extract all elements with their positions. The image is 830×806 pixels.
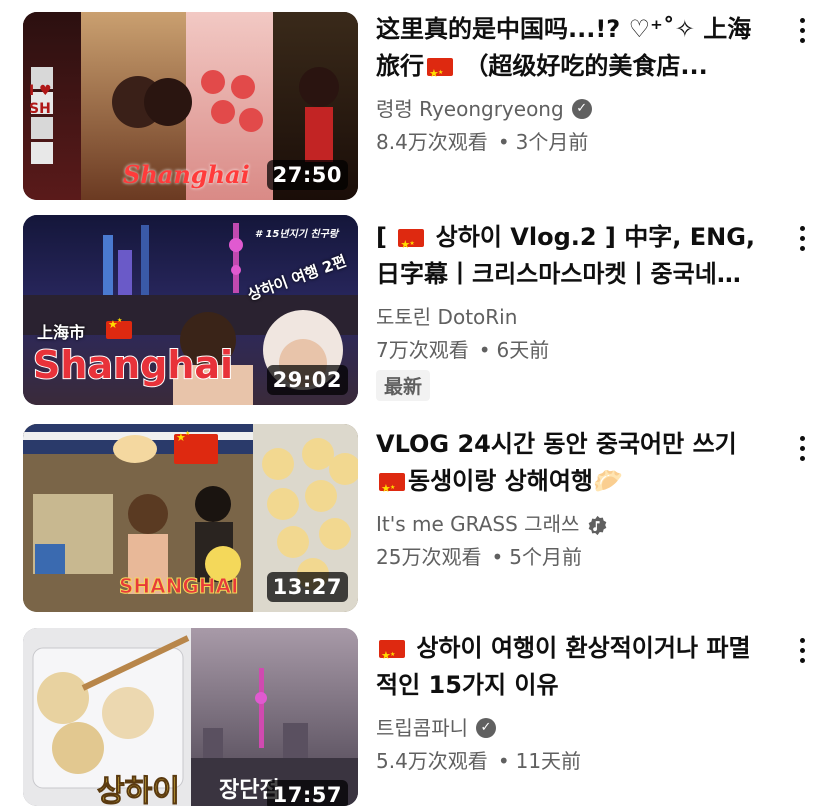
upload-age: 11天前 [515,749,582,773]
video-duration: 17:57 [266,780,348,806]
video-info: VLOG 24시간 동안 중국어만 쓰기 동생이랑 상해여행🥟 It's me … [376,426,764,573]
separator-dot: • [497,749,510,773]
new-badge: 最新 [376,370,431,401]
china-flag-icon [379,636,405,674]
video-title-part1: VLOG 24시간 동안 중국어만 쓰기 [376,430,737,458]
video-meta: 7万次观看 • 6天前 [376,334,764,366]
view-count: 25万次观看 [376,545,482,569]
video-thumbnail[interactable]: I ♥ SH Shanghai 27:50 [23,12,358,200]
channel-name-row[interactable]: It's me GRASS 그래쓰 [376,509,764,539]
channel-name-row[interactable]: 도토린 DotoRin [376,302,764,332]
more-vertical-icon[interactable] [792,432,812,472]
video-duration: 29:02 [266,365,348,395]
thumbnail-caption: 상하이 [97,774,181,806]
channel-name: 트립콤파니 [376,716,468,740]
check-circle-icon: ✓ [476,718,496,738]
thumbnail-caption: SHANGHAI [118,574,239,599]
channel-name: It's me GRASS 그래쓰 [376,512,580,536]
more-vertical-icon[interactable] [792,634,812,674]
video-info: 상하이 여행이 환상적이거나 파멸적인 15가지 이유 트립콤파니 ✓ 5.4万次… [376,630,764,777]
thumbnail-city: 上海市 [37,323,86,342]
more-vertical-icon[interactable] [792,222,812,262]
video-title-part2: 동생이랑 상해여행🥟 [408,467,623,495]
video-title[interactable]: 상하이 여행이 환상적이거나 파멸적인 15가지 이유 [376,630,764,704]
video-meta: 5.4万次观看 • 11天前 [376,745,764,777]
video-title[interactable]: VLOG 24시간 동안 중국어만 쓰기 동생이랑 상해여행🥟 [376,426,764,500]
channel-name-row[interactable]: 트립콤파니 ✓ [376,713,764,743]
video-title-part2: 상하이 여행이 환상적이거나 파멸적인 15가지 이유 [376,634,751,699]
video-title-part2: （超级好吃的美食店... [456,52,708,80]
video-meta: 8.4万次观看 • 3个月前 [376,126,764,158]
video-title[interactable]: [ 상하이 Vlog.2 ] 中字, ENG,日字幕丨크리스마스마켓丨중국네일.… [376,219,764,293]
video-info: 这里真的是中国吗...!? ♡⁺˚✧ 上海旅行 （超级好吃的美食店... 령령 … [376,11,764,158]
video-meta: 25万次观看 • 5个月前 [376,541,764,573]
view-count: 8.4万次观看 [376,130,488,154]
check-circle-icon: ✓ [571,99,592,119]
china-flag-icon [398,225,425,263]
channel-name-row[interactable]: 령령 Ryeongryeong ✓ [376,94,764,124]
thumbnail-sign-text: I ♥ SH [29,83,52,117]
more-vertical-icon[interactable] [792,14,812,54]
channel-name: 령령 Ryeongryeong [376,97,564,121]
thumbnail-tag: # 15년지기 친구랑 [255,229,339,240]
china-flag-icon [174,430,218,464]
video-thumbnail[interactable]: SHANGHAI 13:27 [23,424,358,612]
video-duration: 27:50 [266,160,348,190]
thumbnail-caption: Shanghai [32,342,234,388]
separator-dot: • [478,338,491,362]
upload-age: 3个月前 [515,130,589,154]
view-count: 7万次观看 [376,338,469,362]
separator-dot: • [491,545,504,569]
china-flag-icon [106,317,132,339]
channel-name: 도토린 DotoRin [376,305,518,329]
upload-age: 6天前 [496,338,550,362]
video-title[interactable]: 这里真的是中国吗...!? ♡⁺˚✧ 上海旅行 （超级好吃的美食店... [376,11,764,85]
video-duration: 13:27 [266,572,348,602]
upload-age: 5个月前 [509,545,582,569]
video-info: [ 상하이 Vlog.2 ] 中字, ENG,日字幕丨크리스마스마켓丨중국네일.… [376,219,764,401]
video-thumbnail[interactable]: 상하이 장단점 17:57 [23,628,358,806]
video-title-part2: 상하이 Vlog.2 ] 中字, ENG,日字幕丨크리스마스마켓丨중국네일... [376,223,756,288]
video-title-part1: [ [376,223,396,251]
video-thumbnail[interactable]: # 15년지기 친구랑 상하이 여행 2편 上海市 Shanghai 29:02 [23,215,358,405]
view-count: 5.4万次观看 [376,749,488,773]
china-flag-icon [379,469,405,500]
thumbnail-caption: Shanghai [123,160,250,189]
music-note-icon [587,514,608,535]
separator-dot: • [497,130,510,154]
china-flag-icon [427,54,453,85]
